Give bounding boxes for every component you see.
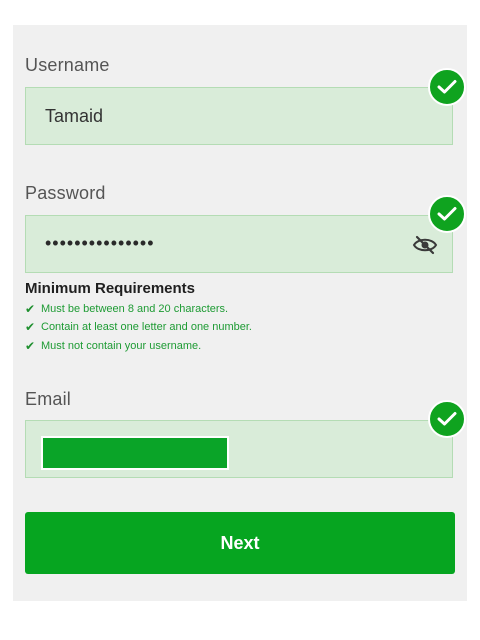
eye-slash-icon[interactable] [412, 235, 438, 255]
checkmark-icon: ✔ [25, 302, 36, 316]
username-label: Username [25, 55, 110, 75]
username-field[interactable]: Tamaid [25, 87, 453, 145]
email-label: Email [25, 389, 72, 409]
next-button[interactable]: Next [25, 512, 455, 574]
requirement-item: ✔ Must not contain your username. [25, 339, 201, 353]
requirement-text: Contain at least one letter and one numb… [41, 321, 252, 333]
username-value: Tamaid [45, 106, 104, 126]
email-field[interactable] [25, 420, 453, 478]
checkmark-icon: ✔ [25, 320, 36, 334]
password-valid-check-icon [428, 195, 466, 233]
password-label: Password [25, 183, 106, 203]
requirement-text: Must not contain your username. [41, 340, 202, 352]
email-valid-check-icon [428, 400, 466, 438]
password-value: ••••••••••••••• [45, 233, 155, 253]
email-redaction-block [41, 436, 229, 470]
requirement-text: Must be between 8 and 20 characters. [41, 303, 229, 315]
requirements-title: Minimum Requirements [25, 280, 196, 297]
password-field[interactable]: ••••••••••••••• [25, 215, 453, 273]
checkmark-icon: ✔ [25, 339, 36, 353]
requirement-item: ✔ Contain at least one letter and one nu… [25, 320, 252, 334]
requirement-item: ✔ Must be between 8 and 20 characters. [25, 302, 228, 316]
username-valid-check-icon [428, 68, 466, 106]
